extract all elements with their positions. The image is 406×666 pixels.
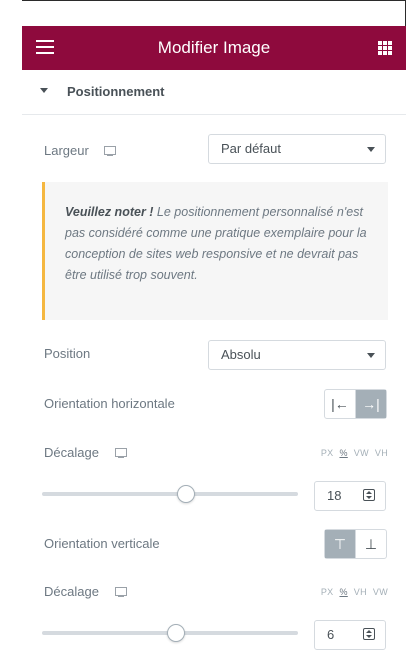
width-label: Largeur [44, 143, 89, 158]
width-select-value: Par défaut [221, 141, 281, 156]
stepper-icon[interactable] [363, 489, 375, 501]
h-offset-value: 18 [327, 488, 342, 503]
unit-px[interactable]: PX [321, 448, 334, 458]
v-offset-slider-handle[interactable] [166, 624, 185, 642]
unit-percent[interactable]: % [339, 448, 347, 458]
chevron-down-icon [367, 353, 375, 358]
unit-percent[interactable]: % [339, 587, 347, 597]
panel-header: Modifier Image [22, 26, 406, 70]
align-left-icon[interactable]: |← [325, 390, 355, 418]
width-select[interactable]: Par défaut [208, 134, 386, 164]
h-offset-input[interactable]: 18 [314, 481, 386, 511]
desktop-icon[interactable] [104, 146, 117, 157]
notice-box: Veuillez noter ! Le positionnement perso… [42, 182, 388, 320]
stepper-icon[interactable] [363, 628, 375, 640]
desktop-icon[interactable] [114, 448, 127, 459]
editor-panel: Modifier Image Positionnement Largeur Pa… [22, 26, 406, 666]
position-select[interactable]: Absolu [208, 340, 386, 370]
v-offset-input[interactable]: 6 [314, 620, 386, 650]
h-offset-row: Décalage [44, 445, 127, 460]
chevron-down-icon [367, 147, 375, 152]
v-offset-row: Décalage [44, 584, 127, 599]
unit-vw[interactable]: VW [373, 587, 388, 597]
desktop-icon[interactable] [114, 587, 127, 598]
position-select-value: Absolu [221, 347, 261, 362]
width-row: Largeur [44, 143, 117, 158]
left-gutter [0, 0, 22, 666]
position-label: Position [44, 346, 91, 361]
align-top-icon[interactable]: ⊤ [325, 530, 355, 558]
h-orientation-label: Orientation horizontale [44, 396, 175, 411]
align-bottom-icon[interactable]: ⊥ [355, 530, 386, 558]
unit-vh[interactable]: VH [354, 587, 367, 597]
unit-vh[interactable]: VH [375, 448, 388, 458]
v-offset-value: 6 [327, 627, 335, 642]
unit-px[interactable]: PX [321, 587, 334, 597]
grid-icon[interactable] [378, 41, 392, 55]
unit-vw[interactable]: VW [354, 448, 369, 458]
v-orientation-label: Orientation verticale [44, 536, 160, 551]
caret-down-icon [40, 88, 48, 93]
section-title: Positionnement [67, 84, 165, 99]
align-right-icon[interactable]: →| [355, 390, 386, 418]
h-orientation-toggle: |← →| [324, 389, 387, 419]
v-orientation-toggle: ⊤ ⊥ [324, 529, 387, 559]
h-offset-slider-handle[interactable] [177, 485, 195, 503]
v-offset-units: PX% VH VW [315, 587, 388, 597]
v-offset-label: Décalage [44, 584, 99, 599]
notice-bold: Veuillez noter ! [65, 205, 154, 219]
h-offset-units: PX% VW VH [315, 448, 388, 458]
h-offset-label: Décalage [44, 445, 99, 460]
panel-title: Modifier Image [157, 38, 271, 57]
h-offset-slider-track[interactable] [42, 492, 298, 496]
section-positionnement[interactable]: Positionnement [22, 70, 406, 115]
